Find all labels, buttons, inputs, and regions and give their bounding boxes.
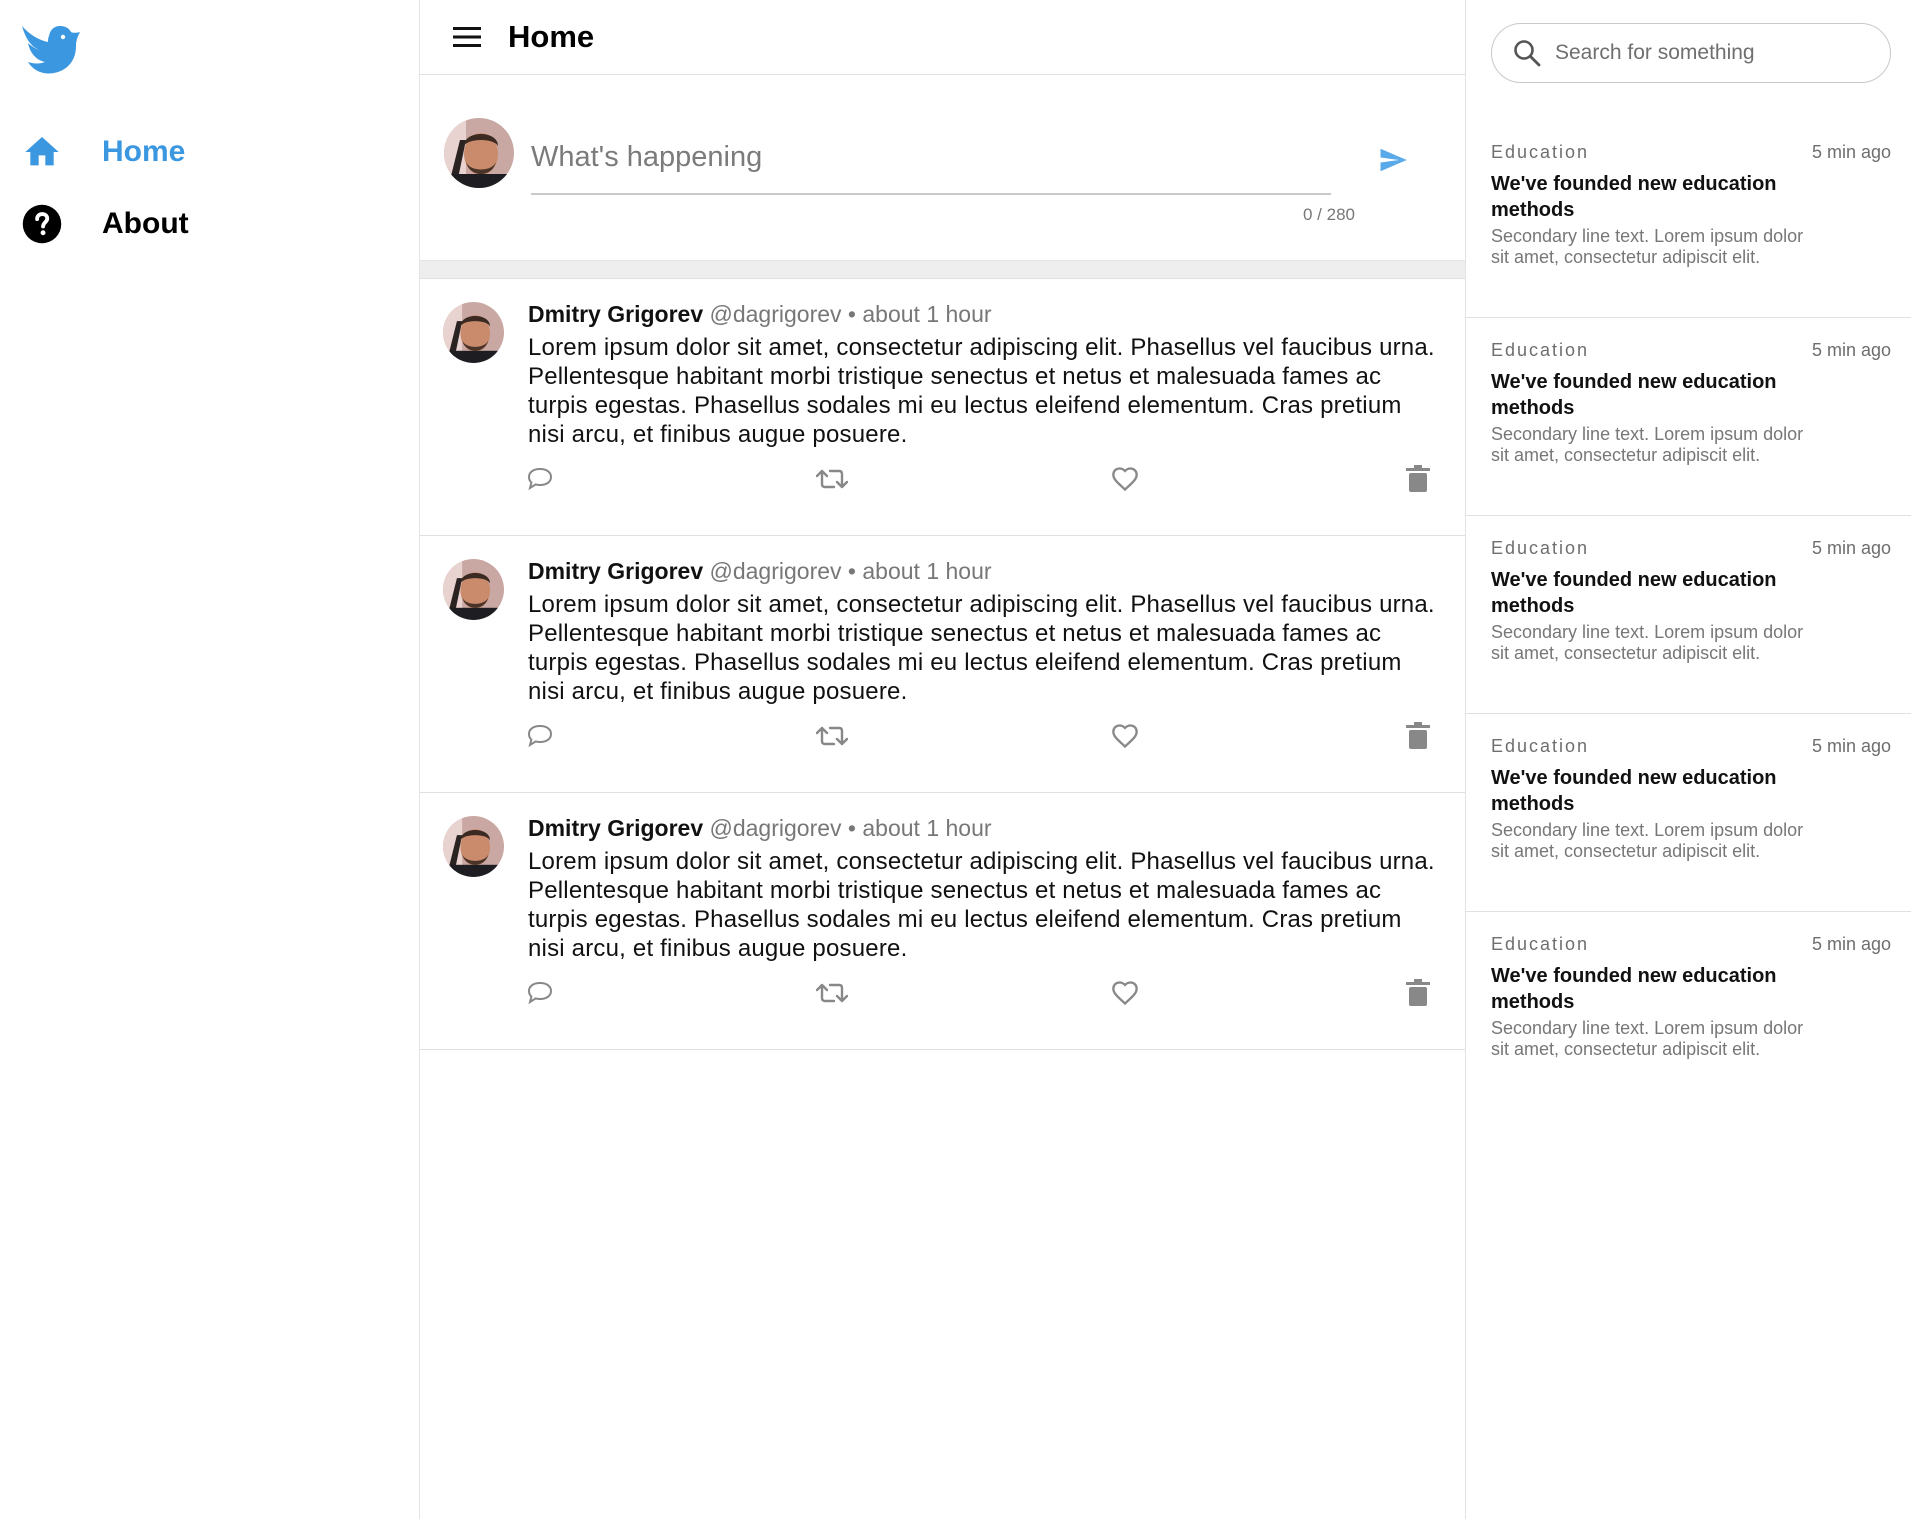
heart-icon[interactable] — [1105, 459, 1145, 499]
trend-secondary-text: Secondary line text. Lorem ipsum dolor s… — [1491, 424, 1804, 465]
tweet-handle[interactable]: @dagrigorev — [710, 558, 842, 584]
retweet-icon[interactable] — [812, 973, 852, 1013]
list-item[interactable]: Education 5 min ago We've founded new ed… — [1466, 516, 1911, 714]
tweet-header: Dmitry Grigorev @dagrigorev • about 1 ho… — [528, 556, 1448, 586]
tweet-text: Lorem ipsum dolor sit amet, consectetur … — [528, 591, 1435, 705]
tweet-body: Dmitry Grigorev @dagrigorev • about 1 ho… — [528, 299, 1448, 449]
trash-icon[interactable] — [1398, 716, 1438, 756]
trash-icon[interactable] — [1398, 973, 1438, 1013]
sidebar-item-home[interactable]: Home — [20, 116, 189, 188]
tweet-text: Lorem ipsum dolor sit amet, consectetur … — [528, 848, 1435, 962]
trend-secondary-text: Secondary line text. Lorem ipsum dolor s… — [1491, 820, 1804, 861]
tweet-text: Lorem ipsum dolor sit amet, consectetur … — [528, 334, 1435, 448]
sidebar-item-label: About — [102, 207, 189, 240]
tweet-handle[interactable]: @dagrigorev — [710, 815, 842, 841]
tweet-composer: 0 / 280 — [420, 75, 1465, 261]
tweet-separator: • — [847, 558, 856, 584]
retweet-icon[interactable] — [812, 459, 852, 499]
search-input[interactable] — [1553, 40, 1877, 66]
trend-category: Education — [1491, 538, 1590, 558]
avatar[interactable] — [443, 816, 504, 877]
tweet-time: about 1 hour — [862, 301, 992, 327]
list-item[interactable]: Education 5 min ago We've founded new ed… — [1466, 912, 1911, 1110]
tweet-actions — [520, 459, 1440, 499]
heart-icon[interactable] — [1105, 716, 1145, 756]
tweet-actions — [520, 716, 1440, 756]
trend-secondary-text: Secondary line text. Lorem ipsum dolor s… — [1491, 1018, 1804, 1059]
sidebar-item-label: Home — [102, 135, 186, 168]
retweet-icon[interactable] — [812, 716, 852, 756]
trend-list: Education 5 min ago We've founded new ed… — [1466, 120, 1911, 1110]
trend-time: 5 min ago — [1811, 934, 1891, 954]
left-sidebar: Home About — [0, 0, 420, 1519]
help-circle-icon — [20, 202, 64, 246]
trend-headline: We've founded new education methods — [1491, 173, 1777, 221]
trend-headline: We've founded new education methods — [1491, 569, 1777, 617]
tweet-item: Dmitry Grigorev @dagrigorev • about 1 ho… — [420, 279, 1465, 536]
bird-logo-icon[interactable] — [18, 20, 80, 82]
tweet-body: Dmitry Grigorev @dagrigorev • about 1 ho… — [528, 556, 1448, 706]
heart-icon[interactable] — [1105, 973, 1145, 1013]
tweet-time: about 1 hour — [862, 815, 992, 841]
list-item[interactable]: Education 5 min ago We've founded new ed… — [1466, 714, 1911, 912]
right-sidebar: Education 5 min ago We've founded new ed… — [1466, 0, 1911, 1519]
main-nav: Home About — [20, 116, 189, 260]
tweet-separator: • — [847, 815, 856, 841]
tweet-actions — [520, 973, 1440, 1013]
tweet-header: Dmitry Grigorev @dagrigorev • about 1 ho… — [528, 299, 1448, 329]
tweet-author-name[interactable]: Dmitry Grigorev — [528, 815, 703, 841]
page-title: Home — [508, 19, 595, 54]
trend-headline: We've founded new education methods — [1491, 371, 1777, 419]
tweet-handle[interactable]: @dagrigorev — [710, 301, 842, 327]
tweet-separator: • — [847, 301, 856, 327]
avatar[interactable] — [444, 118, 514, 188]
tweet-body: Dmitry Grigorev @dagrigorev • about 1 ho… — [528, 813, 1448, 963]
trend-category: Education — [1491, 934, 1590, 954]
list-item[interactable]: Education 5 min ago We've founded new ed… — [1466, 318, 1911, 516]
main-feed: Home What's happening 0 / 280 Dmitry Gri… — [420, 0, 1466, 1519]
avatar[interactable] — [443, 302, 504, 363]
send-icon[interactable] — [1371, 138, 1415, 182]
list-item[interactable]: Education 5 min ago We've founded new ed… — [1466, 120, 1911, 318]
comment-icon[interactable] — [520, 973, 560, 1013]
trend-category: Education — [1491, 340, 1590, 360]
tweet-author-name[interactable]: Dmitry Grigorev — [528, 301, 703, 327]
trend-time: 5 min ago — [1811, 538, 1891, 558]
trend-time: 5 min ago — [1811, 142, 1891, 162]
tweet-item: Dmitry Grigorev @dagrigorev • about 1 ho… — [420, 793, 1465, 1050]
search-icon — [1511, 37, 1543, 69]
home-icon — [20, 130, 64, 174]
tweet-item: Dmitry Grigorev @dagrigorev • about 1 ho… — [420, 536, 1465, 793]
tweet-header: Dmitry Grigorev @dagrigorev • about 1 ho… — [528, 813, 1448, 843]
top-bar: Home — [420, 0, 1465, 75]
trend-time: 5 min ago — [1811, 340, 1891, 360]
trend-category: Education — [1491, 736, 1590, 756]
avatar[interactable] — [443, 559, 504, 620]
menu-icon[interactable] — [448, 17, 488, 57]
trash-icon[interactable] — [1398, 459, 1438, 499]
comment-icon[interactable] — [520, 716, 560, 756]
tweet-author-name[interactable]: Dmitry Grigorev — [528, 558, 703, 584]
trend-secondary-text: Secondary line text. Lorem ipsum dolor s… — [1491, 226, 1804, 267]
trend-secondary-text: Secondary line text. Lorem ipsum dolor s… — [1491, 622, 1804, 663]
search-box — [1491, 23, 1891, 83]
trend-headline: We've founded new education methods — [1491, 767, 1777, 815]
char-counter: 0 / 280 — [1303, 205, 1355, 224]
sidebar-item-about[interactable]: About — [20, 188, 189, 260]
comment-icon[interactable] — [520, 459, 560, 499]
trend-category: Education — [1491, 142, 1590, 162]
trend-time: 5 min ago — [1811, 736, 1891, 756]
app-root: Home About Home What's happening 0 / 280… — [0, 0, 1911, 1519]
feed-divider — [420, 261, 1465, 279]
tweet-time: about 1 hour — [862, 558, 992, 584]
compose-input[interactable] — [531, 125, 1331, 195]
trend-headline: We've founded new education methods — [1491, 965, 1777, 1013]
